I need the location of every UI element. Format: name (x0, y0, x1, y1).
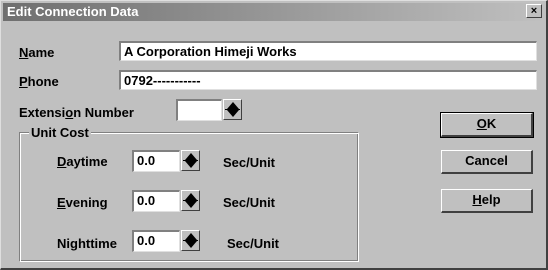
close-button[interactable]: × (526, 4, 542, 18)
help-button[interactable]: Help (441, 189, 533, 213)
extension-number-label: Extension Number (19, 105, 134, 120)
extension-number-input[interactable] (176, 99, 222, 121)
unit-cost-group-title: Unit Cost (29, 125, 91, 140)
spin-up-icon[interactable] (185, 233, 197, 240)
evening-spinner[interactable] (181, 190, 200, 211)
name-input[interactable]: A Corporation Himeji Works (119, 41, 537, 61)
evening-unit-label: Sec/Unit (223, 195, 276, 210)
evening-label: Evening (57, 195, 108, 210)
cancel-button[interactable]: Cancel (441, 150, 533, 174)
daytime-unit-label: Sec/Unit (223, 155, 276, 170)
nighttime-spinner[interactable] (181, 230, 200, 251)
nighttime-label: Nighttime (57, 236, 117, 251)
spin-up-icon[interactable] (185, 153, 197, 160)
spin-down-icon[interactable] (185, 161, 197, 168)
daytime-label: Daytime (57, 154, 108, 169)
phone-input[interactable]: 0792----------- (119, 70, 537, 90)
daytime-spinner[interactable] (181, 150, 200, 171)
daytime-input[interactable]: 0.0 (132, 150, 180, 172)
edit-connection-dialog: Edit Connection Data × Name A Corporatio… (0, 0, 548, 270)
spin-up-icon[interactable] (185, 193, 197, 200)
extension-number-spinner[interactable] (223, 99, 242, 120)
name-label: Name (19, 45, 55, 60)
title-bar[interactable]: Edit Connection Data × (3, 3, 545, 21)
spin-down-icon[interactable] (185, 241, 197, 248)
phone-label: Phone (19, 74, 59, 89)
spin-down-icon[interactable] (185, 201, 197, 208)
spin-down-icon[interactable] (227, 110, 239, 117)
window-title: Edit Connection Data (7, 4, 139, 19)
ok-button[interactable]: OK (440, 112, 534, 138)
evening-input[interactable]: 0.0 (132, 190, 180, 212)
nighttime-input[interactable]: 0.0 (132, 230, 180, 252)
nighttime-unit-label: Sec/Unit (227, 236, 280, 251)
spin-up-icon[interactable] (227, 102, 239, 109)
